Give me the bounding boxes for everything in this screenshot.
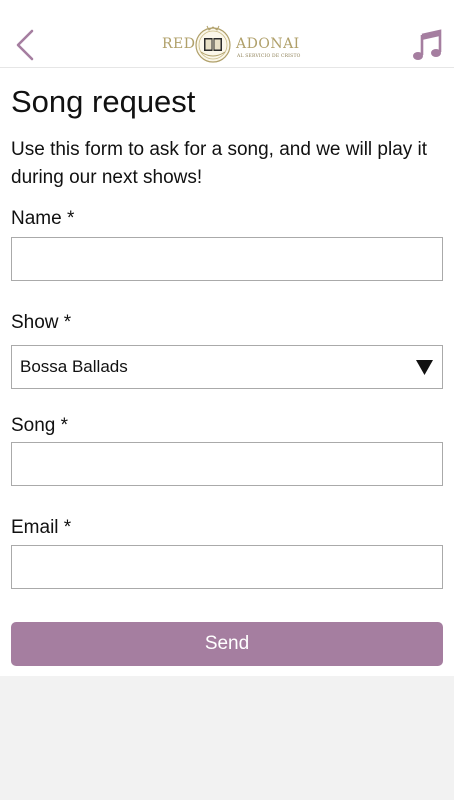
logo-text-red: RED	[162, 36, 196, 52]
logo-text-adonai: ADONAI	[236, 36, 300, 52]
song-input[interactable]	[11, 442, 443, 486]
send-button[interactable]: Send	[11, 622, 443, 666]
back-button[interactable]	[10, 26, 40, 64]
music-player-button[interactable]	[410, 26, 444, 64]
book-seal-icon	[195, 25, 231, 63]
music-note-icon	[413, 29, 442, 60]
show-selected-value: Bossa Ballads	[20, 357, 128, 376]
song-label: Song *	[11, 415, 69, 436]
name-input[interactable]	[11, 237, 443, 281]
show-select[interactable]: Bossa Ballads	[11, 345, 443, 389]
song-request-page: RED ADONAI AL SERVICIO DE CRISTO Song re…	[0, 0, 454, 676]
page-title: Song request	[11, 84, 196, 119]
chevron-left-icon	[16, 29, 34, 61]
email-label: Email *	[11, 517, 72, 538]
logo-subtitle: AL SERVICIO DE CRISTO	[237, 54, 301, 59]
intro-text: Use this form to ask for a song, and we …	[11, 139, 428, 188]
app-header: RED ADONAI AL SERVICIO DE CRISTO	[0, 0, 454, 68]
email-input[interactable]	[11, 545, 443, 589]
name-label: Name *	[11, 208, 75, 229]
red-adonai-logo: RED ADONAI AL SERVICIO DE CRISTO	[158, 22, 301, 64]
show-label: Show *	[11, 312, 72, 333]
dropdown-arrow-icon	[416, 360, 433, 375]
